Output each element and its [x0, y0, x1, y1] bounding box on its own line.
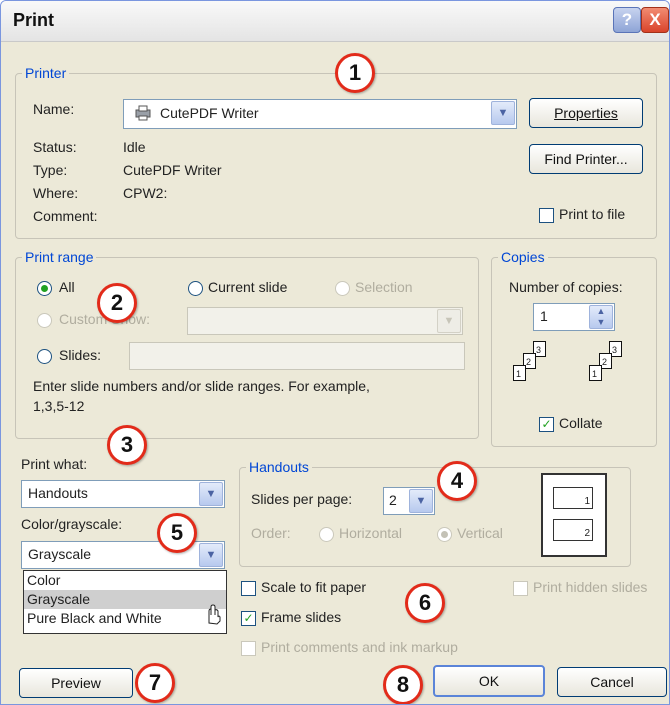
- color-grayscale-value: Grayscale: [28, 546, 92, 562]
- find-printer-label: Find Printer...: [544, 151, 628, 167]
- printer-icon: [134, 104, 152, 122]
- selection-radio[interactable]: [335, 281, 350, 296]
- close-button[interactable]: X: [641, 7, 669, 33]
- custom-show-select[interactable]: ▼: [187, 307, 463, 335]
- preview-slide-2: 2: [553, 519, 593, 541]
- copies-value: 1: [540, 308, 548, 324]
- collate-icon-set1: 3 2 1: [509, 341, 569, 397]
- sheet-icon: 1: [589, 365, 602, 381]
- callout-marker-4: 4: [437, 461, 477, 501]
- preview-slide-1: 1: [553, 487, 593, 509]
- all-label: All: [59, 279, 75, 295]
- slides-input[interactable]: [129, 342, 465, 370]
- chevron-down-icon[interactable]: ▼: [437, 309, 461, 333]
- print-to-file-label: Print to file: [559, 206, 626, 222]
- type-label: Type:: [33, 162, 68, 178]
- print-hidden-slides-checkbox[interactable]: [513, 581, 528, 596]
- where-label: Where:: [33, 185, 79, 201]
- number-of-copies-label: Number of copies:: [509, 279, 623, 295]
- horizontal-radio[interactable]: [319, 527, 334, 542]
- printer-name-select[interactable]: CutePDF Writer ▼: [123, 99, 517, 129]
- callout-marker-3: 3: [107, 425, 147, 465]
- scale-to-fit-checkbox[interactable]: [241, 581, 256, 596]
- slides-per-page-select[interactable]: 2 ▼: [383, 487, 435, 515]
- slide-range-example: 1,3,5-12: [33, 398, 85, 414]
- print-what-value: Handouts: [28, 485, 88, 501]
- frame-slides-label: Frame slides: [261, 609, 342, 625]
- print-what-select[interactable]: Handouts ▼: [21, 480, 225, 508]
- callout-marker-7: 7: [135, 663, 175, 703]
- preview-label: Preview: [51, 675, 101, 691]
- dialog-title: Print: [13, 10, 55, 30]
- frame-slides-checkbox[interactable]: ✓: [241, 611, 256, 626]
- print-range-legend: Print range: [25, 249, 94, 265]
- printer-legend: Printer: [25, 65, 67, 81]
- list-item[interactable]: Pure Black and White: [24, 609, 226, 628]
- cancel-button[interactable]: Cancel: [557, 667, 667, 697]
- find-printer-button[interactable]: Find Printer...: [529, 144, 643, 174]
- properties-button[interactable]: Properties: [529, 98, 643, 128]
- slides-label: Slides:: [59, 347, 102, 363]
- status-value: Idle: [123, 139, 146, 155]
- copies-spinner[interactable]: 1 ▲ ▼: [533, 303, 615, 331]
- print-dialog: Print ? X Printer Name: CutePDF Writer ▼…: [0, 0, 670, 705]
- printer-name-value: CutePDF Writer: [160, 105, 259, 121]
- sheet-icon: 1: [513, 365, 526, 381]
- horizontal-label: Horizontal: [339, 525, 403, 541]
- slides-per-page-label: Slides per page:: [251, 491, 353, 507]
- scale-to-fit-label: Scale to fit paper: [261, 579, 367, 595]
- slide-range-hint: Enter slide numbers and/or slide ranges.…: [33, 378, 370, 394]
- list-item[interactable]: Color: [24, 571, 226, 590]
- ok-button[interactable]: OK: [433, 665, 545, 697]
- vertical-label: Vertical: [457, 525, 503, 541]
- status-label: Status:: [33, 139, 77, 155]
- print-comments-checkbox[interactable]: [241, 641, 256, 656]
- chevron-down-icon[interactable]: ▼: [491, 101, 515, 125]
- custom-show-radio[interactable]: [37, 313, 52, 328]
- list-item[interactable]: Grayscale: [24, 590, 226, 609]
- callout-marker-6: 6: [405, 583, 445, 623]
- where-value: CPW2:: [123, 185, 168, 201]
- print-hidden-slides-label: Print hidden slides: [533, 579, 648, 595]
- collate-checkbox[interactable]: ✓: [539, 417, 554, 432]
- title-bar[interactable]: Print ? X: [1, 1, 669, 42]
- properties-label: Properties: [554, 105, 618, 121]
- chevron-down-icon[interactable]: ▼: [199, 543, 223, 567]
- callout-marker-5: 5: [157, 513, 197, 553]
- order-label: Order:: [251, 525, 291, 541]
- chevron-down-icon[interactable]: ▼: [409, 489, 433, 513]
- comment-label: Comment:: [33, 208, 98, 224]
- current-slide-radio[interactable]: [188, 281, 203, 296]
- preview-button[interactable]: Preview: [19, 668, 133, 698]
- mouse-cursor-icon: [203, 601, 223, 625]
- ok-label: OK: [478, 673, 500, 689]
- color-grayscale-dropdown-list[interactable]: Color Grayscale Pure Black and White: [23, 570, 227, 634]
- callout-marker-8: 8: [383, 665, 423, 704]
- slides-radio[interactable]: [37, 349, 52, 364]
- help-button[interactable]: ?: [613, 7, 641, 33]
- print-to-file-checkbox[interactable]: [539, 208, 554, 223]
- callout-marker-1: 1: [335, 53, 375, 93]
- color-grayscale-label: Color/grayscale:: [21, 516, 123, 532]
- all-radio[interactable]: [37, 281, 52, 296]
- copies-legend: Copies: [501, 249, 545, 265]
- print-what-label: Print what:: [21, 456, 88, 472]
- print-comments-label: Print comments and ink markup: [261, 639, 458, 655]
- spinner-arrows-icon[interactable]: ▲ ▼: [589, 305, 613, 329]
- handouts-legend: Handouts: [249, 459, 309, 475]
- collate-icon-set2: 3 2 1: [585, 341, 645, 397]
- cancel-label: Cancel: [590, 674, 634, 690]
- slides-per-page-value: 2: [389, 492, 397, 508]
- vertical-radio[interactable]: [437, 527, 452, 542]
- current-slide-label: Current slide: [208, 279, 288, 295]
- callout-marker-2: 2: [97, 283, 137, 323]
- collate-label: Collate: [559, 415, 603, 431]
- handout-layout-preview: 1 2: [541, 473, 607, 557]
- chevron-down-icon[interactable]: ▼: [199, 482, 223, 506]
- color-grayscale-select[interactable]: Grayscale ▼: [21, 541, 225, 569]
- type-value: CutePDF Writer: [123, 162, 222, 178]
- selection-label: Selection: [355, 279, 413, 295]
- name-label: Name:: [33, 101, 75, 117]
